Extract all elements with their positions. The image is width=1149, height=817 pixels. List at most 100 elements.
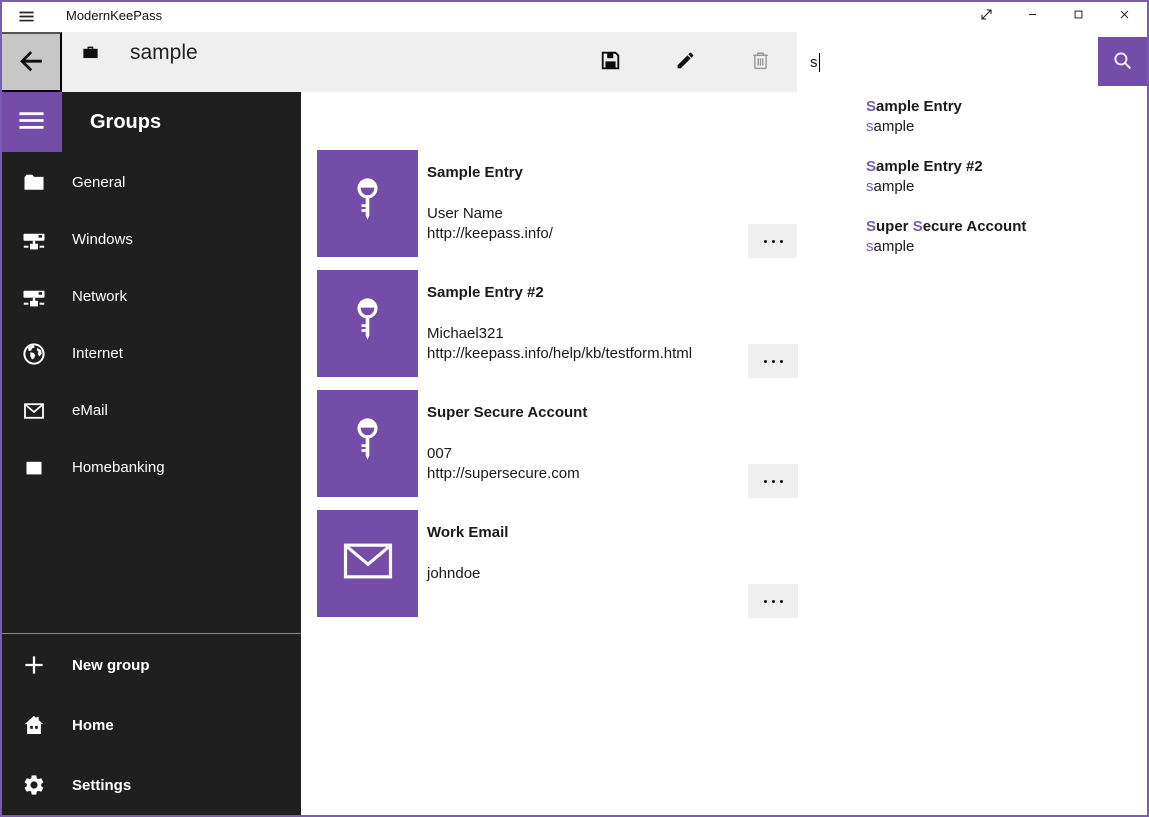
nav-hamburger-button[interactable] xyxy=(0,92,62,152)
search-suggestion[interactable]: Super Secure Accountsample xyxy=(797,217,1147,273)
close-button[interactable] xyxy=(1101,1,1147,31)
sidebar-divider xyxy=(0,633,301,634)
mail-icon xyxy=(22,399,46,423)
search-input[interactable]: s xyxy=(797,32,1149,92)
toolbar xyxy=(573,32,798,92)
entry-tile xyxy=(317,150,418,257)
suggestion-subtitle: sample xyxy=(866,177,1147,197)
minimize-icon xyxy=(1024,6,1041,26)
edit-icon xyxy=(675,50,696,74)
more-button[interactable] xyxy=(748,464,798,498)
suggestion-title: Super Secure Account xyxy=(866,217,1147,237)
entry-details: 007http://supersecure.com xyxy=(427,444,580,484)
entry-detail-line: 007 xyxy=(427,444,580,464)
envelope-icon xyxy=(341,541,395,586)
entry-tile xyxy=(317,510,418,617)
gear-icon xyxy=(22,773,46,797)
entry-detail-line: http://supersecure.com xyxy=(427,464,580,484)
entry-title: Sample Entry xyxy=(427,164,523,181)
entry-tile xyxy=(317,270,418,377)
entry-tile xyxy=(317,390,418,497)
key-icon xyxy=(352,416,383,471)
sidebar-footer: New group Home Settings xyxy=(0,635,301,815)
suggestion-subtitle: sample xyxy=(866,117,1147,137)
network-icon xyxy=(22,228,46,252)
briefcase-icon xyxy=(81,43,100,62)
entry-details: johndoe xyxy=(427,564,480,584)
back-button[interactable] xyxy=(0,32,62,92)
delete-button[interactable] xyxy=(723,32,798,92)
more-button[interactable] xyxy=(748,224,798,258)
sidebar-item-label: eMail xyxy=(72,402,108,419)
hamburger-icon[interactable] xyxy=(12,4,40,28)
database-title: sample xyxy=(130,41,198,65)
sidebar-item-new-group[interactable]: New group xyxy=(0,635,301,695)
app-title: ModernKeePass xyxy=(66,8,162,23)
sidebar-item-label: Homebanking xyxy=(72,459,165,476)
network-icon xyxy=(22,285,46,309)
sidebar-item-homebanking[interactable]: Homebanking xyxy=(0,439,301,496)
sidebar-item-label: Home xyxy=(72,717,114,734)
entry-detail-line: http://keepass.info/help/kb/testform.htm… xyxy=(427,344,692,364)
minimize-button[interactable] xyxy=(1009,1,1055,31)
more-button[interactable] xyxy=(748,344,798,378)
entry-detail-line: johndoe xyxy=(427,564,480,584)
key-icon xyxy=(352,176,383,231)
sidebar-item-label: General xyxy=(72,174,125,191)
edit-button[interactable] xyxy=(648,32,723,92)
globe-icon xyxy=(22,342,46,366)
entry-title: Super Secure Account xyxy=(427,404,587,421)
fullscreen-button[interactable] xyxy=(963,1,1009,31)
sidebar-item-label: Internet xyxy=(72,345,123,362)
app-window: ModernKeePass sample s Sample Entrysampl… xyxy=(0,0,1149,817)
more-button[interactable] xyxy=(748,584,798,618)
sidebar: Groups GeneralWindowsNetworkInterneteMai… xyxy=(0,92,301,817)
window-controls xyxy=(963,1,1147,31)
plus-icon xyxy=(22,653,46,677)
sidebar-item-home[interactable]: Home xyxy=(0,695,301,755)
entry-detail-line: http://keepass.info/ xyxy=(427,224,553,244)
sidebar-item-label: Settings xyxy=(72,777,131,794)
entry-detail-line: User Name xyxy=(427,204,553,224)
entry-row-work-email[interactable]: Work Email johndoe xyxy=(301,510,1101,617)
save-icon xyxy=(600,50,621,74)
sidebar-item-network[interactable]: Network xyxy=(0,268,301,325)
square-icon xyxy=(22,456,46,480)
text-caret xyxy=(819,53,820,72)
search-icon xyxy=(1112,50,1133,74)
entry-details: User Namehttp://keepass.info/ xyxy=(427,204,553,244)
maximize-button[interactable] xyxy=(1055,1,1101,31)
sidebar-item-general[interactable]: General xyxy=(0,154,301,211)
fullscreen-icon xyxy=(978,6,995,26)
search-suggestion[interactable]: Sample Entry #2sample xyxy=(797,157,1147,213)
hamburger-icon xyxy=(17,106,46,138)
trash-icon xyxy=(750,50,771,74)
save-button[interactable] xyxy=(573,32,648,92)
maximize-icon xyxy=(1070,6,1087,26)
entry-title: Sample Entry #2 xyxy=(427,284,544,301)
sidebar-item-internet[interactable]: Internet xyxy=(0,325,301,382)
sidebar-item-settings[interactable]: Settings xyxy=(0,755,301,815)
sidebar-item-label: Network xyxy=(72,288,127,305)
sidebar-item-windows[interactable]: Windows xyxy=(0,211,301,268)
sidebar-item-email[interactable]: eMail xyxy=(0,382,301,439)
search-button[interactable] xyxy=(1098,37,1147,86)
search-suggestions: Sample EntrysampleSample Entry #2sampleS… xyxy=(797,92,1147,292)
entry-detail-line: Michael321 xyxy=(427,324,692,344)
suggestion-title: Sample Entry xyxy=(866,97,1147,117)
search-query-text: s xyxy=(810,54,818,71)
suggestion-subtitle: sample xyxy=(866,237,1147,257)
close-icon xyxy=(1116,6,1133,26)
search-suggestion[interactable]: Sample Entrysample xyxy=(797,97,1147,153)
home-icon xyxy=(22,713,46,737)
entry-row-super-secure-account[interactable]: Super Secure Account 007http://supersecur… xyxy=(301,390,1101,497)
sidebar-item-label: New group xyxy=(72,657,150,674)
group-list: General Windows Network Internet eMail Homeba… xyxy=(0,154,301,496)
key-icon xyxy=(352,296,383,351)
entry-title: Work Email xyxy=(427,524,508,541)
suggestion-title: Sample Entry #2 xyxy=(866,157,1147,177)
back-arrow-icon xyxy=(18,48,44,77)
folder-icon xyxy=(22,171,46,195)
titlebar: ModernKeePass xyxy=(0,0,1149,32)
sidebar-item-label: Windows xyxy=(72,231,133,248)
